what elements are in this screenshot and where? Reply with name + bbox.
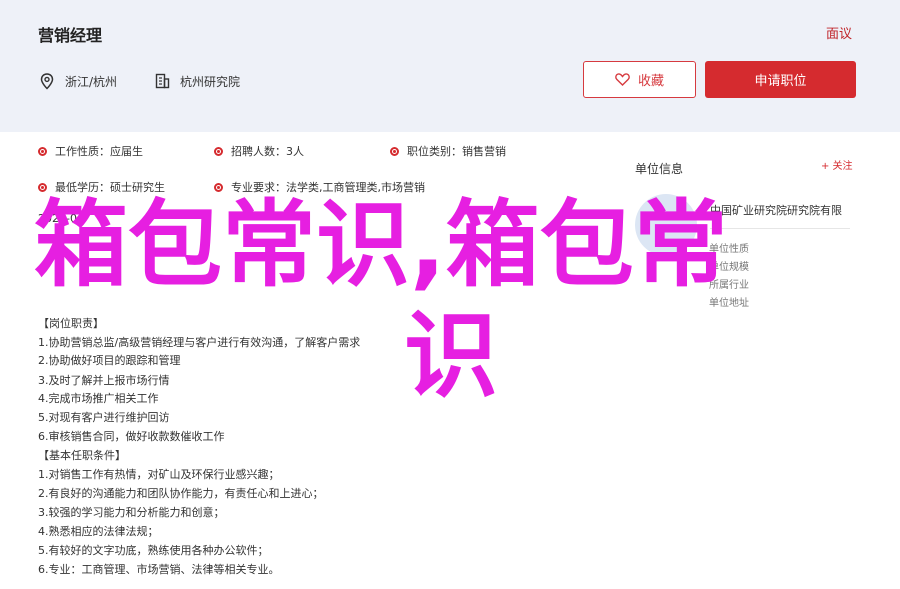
requirement-item: 2.有良好的沟通能力和团队协作能力，有责任心和上进心； <box>38 487 324 500</box>
building-icon <box>153 72 171 90</box>
heart-icon <box>615 73 630 86</box>
requirement-item: 4.熟悉相应的法律法规； <box>38 525 159 538</box>
attr-category: 职位类别： 销售营销 <box>390 143 506 159</box>
bullet-icon <box>38 146 47 156</box>
duty-item: 3.及时了解并上报市场行情 <box>38 374 170 387</box>
requirement-item: 3.较强的学习能力和分析能力和创意； <box>38 506 225 519</box>
attr-headcount: 招聘人数： 3人 <box>214 143 304 159</box>
requirement-item: 1.对销售工作有热情，对矿山及环保行业感兴趣； <box>38 468 280 481</box>
requirement-item: 6.专业：工商管理、市场营销、法律等相关专业。 <box>38 563 280 576</box>
duty-item: 1.协助营销总监/高级营销经理与客户进行有效沟通，了解客户需求 <box>38 336 361 349</box>
company: 杭州研究院 <box>153 72 240 90</box>
job-title: 营销经理 <box>38 26 103 45</box>
salary-label: 面议 <box>826 27 853 42</box>
attr-label: 职位类别： <box>407 145 462 158</box>
favorite-label: 收藏 <box>637 74 664 89</box>
unit-info-title: 单位信息 <box>635 162 684 176</box>
duty-item: 5.对现有客户进行维护回访 <box>38 411 170 424</box>
unit-name[interactable]: 中国矿业研究院研究院有限 <box>710 202 842 218</box>
bullet-icon <box>214 146 223 156</box>
duty-item: 2.协助做好项目的跟踪和管理 <box>38 354 181 367</box>
attr-value: 3人 <box>286 145 304 158</box>
attr-value: 应届生 <box>110 145 143 158</box>
divider <box>710 228 850 229</box>
attr-value: 销售营销 <box>462 145 506 158</box>
requirement-title: 【基本任职条件】 <box>38 449 126 462</box>
attr-label: 工作性质： <box>55 145 110 158</box>
follow-button[interactable]: + 关注 <box>821 157 853 172</box>
duty-title: 【岗位职责】 <box>38 317 104 330</box>
duty-item: 4.完成市场推广相关工作 <box>38 392 159 405</box>
requirement-item: 5.有较好的文字功底，熟练使用各种办公软件； <box>38 544 269 557</box>
bullet-icon <box>390 146 399 156</box>
location-pin-icon <box>38 72 56 90</box>
watermark-line-2: 识 <box>404 302 499 411</box>
attr-job-type: 工作性质： 应届生 <box>38 143 143 159</box>
location: 浙江/杭州 <box>38 72 117 90</box>
apply-button[interactable]: 申请职位 <box>705 61 856 98</box>
favorite-button[interactable]: 收藏 <box>583 61 696 98</box>
attr-label: 招聘人数： <box>231 145 286 158</box>
location-text: 浙江/杭州 <box>65 74 118 89</box>
watermark-line-1: 箱包常识,箱包常 <box>34 191 728 300</box>
company-name[interactable]: 杭州研究院 <box>180 73 240 90</box>
job-header: 营销经理 面议 浙江/杭州 杭州研究院 收藏 申请职位 <box>0 0 900 132</box>
duty-item: 6.审核销售合同，做好收款数催收工作 <box>38 430 225 443</box>
